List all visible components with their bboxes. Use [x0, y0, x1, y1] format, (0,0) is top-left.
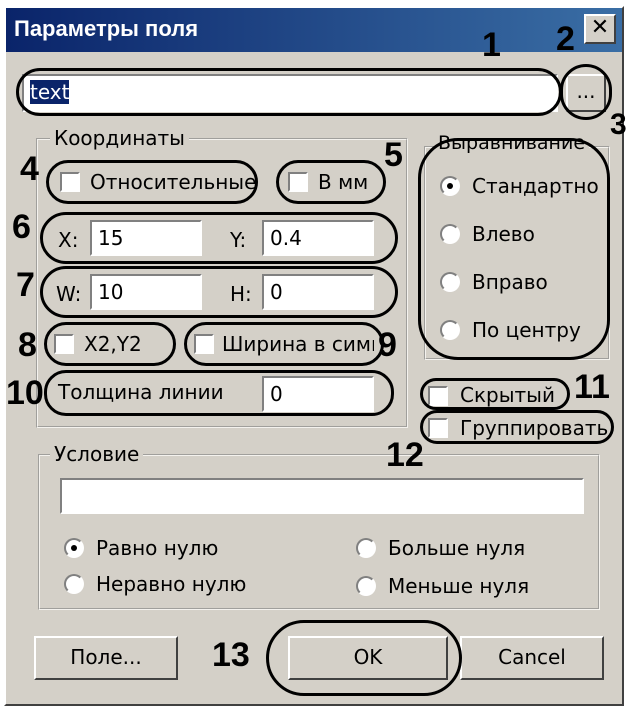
callout-number-1: 1	[482, 26, 501, 64]
callout-number-10: 10	[6, 374, 44, 412]
callout-number-12: 12	[386, 436, 424, 474]
equal-zero-label: Равно нулю	[96, 536, 219, 560]
callout-ring-10	[44, 370, 394, 416]
callout-number-2: 2	[556, 20, 575, 58]
greater-zero-label: Больше нуля	[388, 536, 526, 560]
callout-ring-2	[560, 64, 612, 120]
callout-number-13: 13	[212, 636, 250, 674]
field-button[interactable]: Поле...	[34, 636, 178, 680]
equal-zero-radio[interactable]	[64, 538, 84, 558]
callout-ring-12	[420, 410, 614, 444]
callout-ring-7	[40, 266, 398, 318]
close-icon: ✕	[590, 15, 610, 40]
condition-input[interactable]	[60, 478, 584, 514]
callout-number-6: 6	[12, 208, 31, 246]
cancel-button[interactable]: Cancel	[460, 636, 604, 680]
less-zero-radio[interactable]	[356, 576, 376, 596]
callout-ring-4	[46, 160, 258, 204]
condition-legend: Условие	[50, 442, 144, 466]
callout-ring-9	[184, 322, 384, 366]
callout-ring-5	[276, 160, 386, 204]
greater-zero-radio[interactable]	[356, 538, 376, 558]
callout-ring-3	[418, 138, 610, 360]
callout-ring-11	[420, 378, 570, 410]
not-equal-zero-radio[interactable]	[64, 574, 84, 594]
callout-ring-13	[266, 620, 462, 696]
less-zero-label: Меньше нуля	[388, 574, 530, 598]
callout-number-7: 7	[16, 266, 35, 304]
not-equal-zero-label: Неравно нулю	[96, 572, 247, 596]
callout-number-9: 9	[378, 326, 397, 364]
callout-ring-6	[40, 212, 398, 264]
callout-number-11: 11	[574, 368, 610, 406]
callout-ring-1	[16, 68, 562, 116]
callout-number-8: 8	[18, 326, 37, 364]
callout-number-4: 4	[20, 150, 39, 188]
callout-ring-8	[44, 322, 176, 366]
close-button[interactable]: ✕	[584, 14, 616, 44]
callout-number-3: 3	[610, 108, 627, 141]
radio-selected-dot	[71, 545, 77, 551]
callout-number-5: 5	[384, 136, 403, 174]
dialog-title: Параметры поля	[14, 16, 199, 41]
coordinates-legend: Координаты	[50, 126, 189, 150]
